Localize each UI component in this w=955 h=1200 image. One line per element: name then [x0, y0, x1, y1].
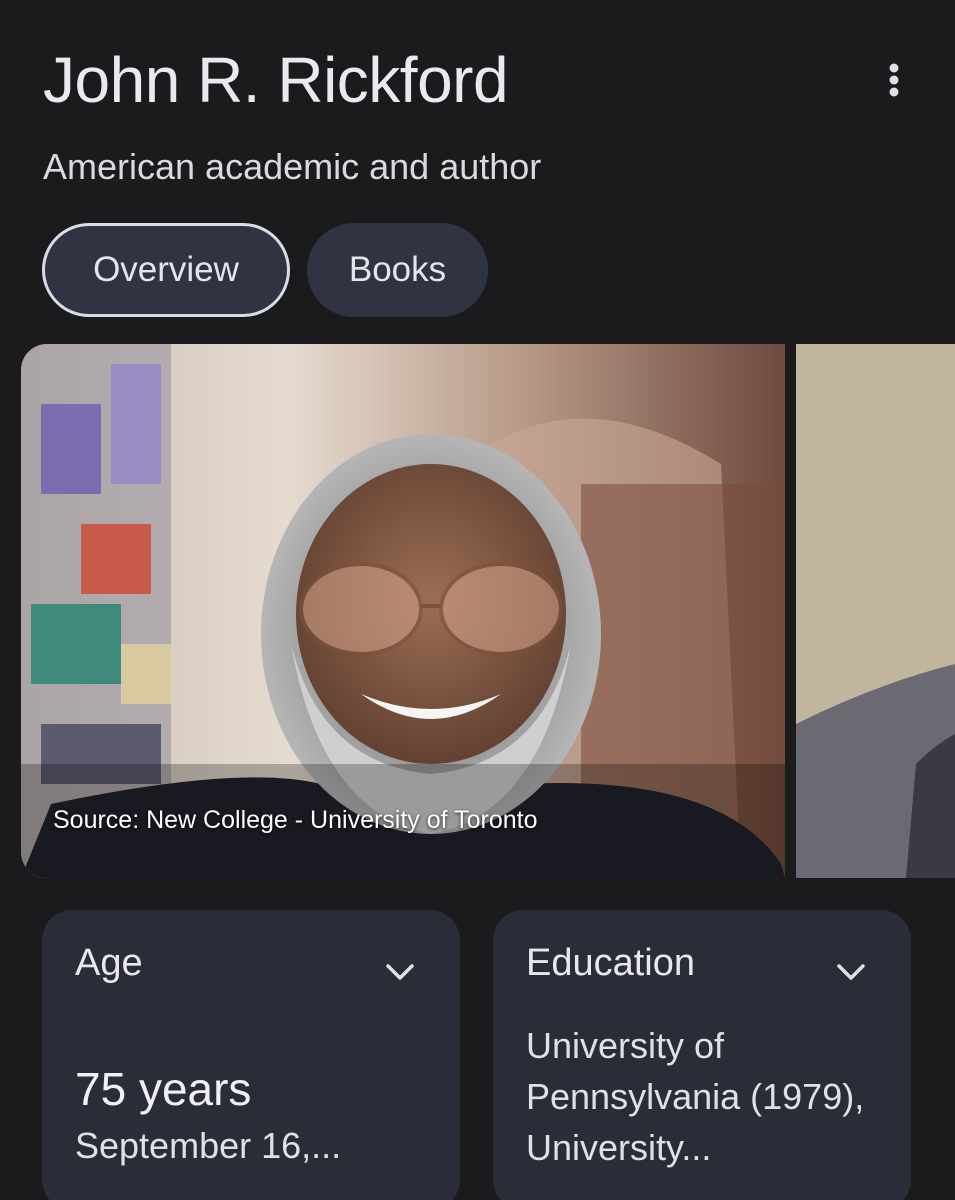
image-source-caption[interactable]: Source: New College - University of Toro…	[53, 806, 537, 835]
age-value: 75 years	[75, 1063, 252, 1115]
portrait-photo	[21, 344, 785, 878]
next-image-preview[interactable]	[796, 344, 955, 878]
tab-bar: Overview Books	[42, 223, 488, 317]
page-title: John R. Rickford	[43, 44, 509, 116]
chevron-down-icon[interactable]	[380, 952, 420, 992]
more-options-button[interactable]	[870, 56, 918, 104]
next-photo	[796, 344, 955, 878]
tab-overview[interactable]: Overview	[42, 223, 290, 317]
chevron-down-icon[interactable]	[831, 952, 871, 992]
page-subtitle: American academic and author	[43, 146, 542, 187]
age-label: Age	[75, 942, 143, 984]
age-card[interactable]: Age 75 years September 16,...	[42, 910, 460, 1200]
more-vert-icon	[889, 63, 899, 97]
portrait-image[interactable]: Source: New College - University of Toro…	[21, 344, 785, 878]
image-carousel[interactable]: Source: New College - University of Toro…	[21, 344, 955, 878]
tab-books[interactable]: Books	[307, 223, 488, 317]
education-card[interactable]: Education University of Pennsylvania (19…	[493, 910, 911, 1200]
education-label: Education	[526, 942, 696, 984]
age-detail: September 16,...	[75, 1125, 342, 1166]
education-value: University of Pennsylvania (1979), Unive…	[526, 1025, 865, 1168]
knowledge-panel: John R. Rickford American academic and a…	[0, 0, 955, 1200]
